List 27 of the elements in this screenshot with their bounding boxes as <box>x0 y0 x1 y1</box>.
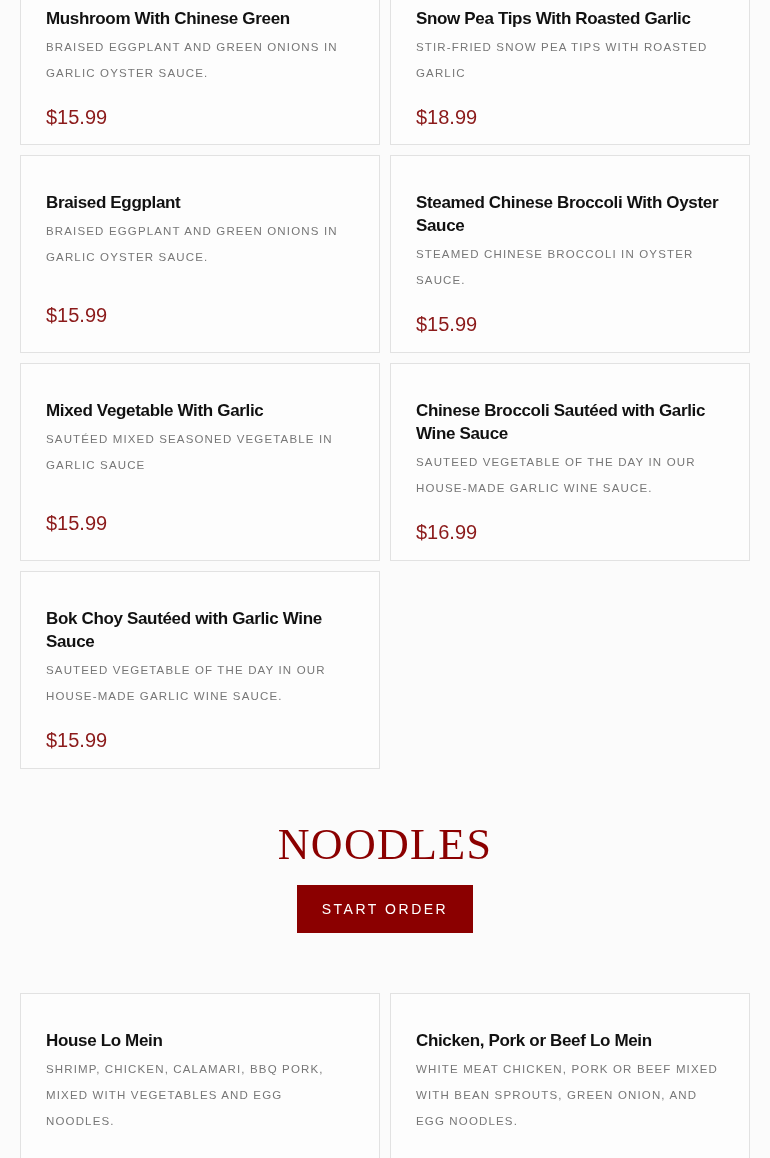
dish-price: $18.99 <box>416 105 479 130</box>
dish-price: $16.99 <box>416 520 479 545</box>
dish-price: $15.99 <box>416 312 479 337</box>
dish-name: Chinese Broccoli Sautéed with Garlic Wine Sauce <box>416 400 707 445</box>
dish-price: $15.99 <box>46 511 109 536</box>
dish-description: SAUTEED VEGETABLE OF THE DAY IN OUR HOUSE-MADE GARLIC WINE SAUCE. <box>416 455 697 496</box>
dish-price: $15.99 <box>46 105 109 130</box>
dish-name: House Lo Mein <box>46 1030 164 1052</box>
dish-description: SAUTÉED MIXED SEASONED VEGETABLE IN GARLIC SAUCE <box>46 432 334 473</box>
start-order-button[interactable]: START ORDER <box>297 885 473 933</box>
dish-name: Mushroom With Chinese Green <box>46 8 291 30</box>
dish-name: Braised Eggplant <box>46 192 182 214</box>
dish-description: WHITE MEAT CHICKEN, PORK OR BEEF MIXED WITH BEAN SPROUTS, GREEN ONION, AND EGG NOODLES. <box>416 1062 720 1129</box>
dish-description: STEAMED CHINESE BROCCOLI IN OYSTER SAUCE. <box>416 247 695 288</box>
dish-price: $15.99 <box>46 728 109 753</box>
dish-name: Snow Pea Tips With Roasted Garlic <box>416 8 692 30</box>
dish-name: Chicken, Pork or Beef Lo Mein <box>416 1030 653 1052</box>
dish-description: SHRIMP, CHICKEN, CALAMARI, BBQ PORK, MIXED WITH VEGETABLES AND EGG NOODLES. <box>46 1062 325 1129</box>
dish-name: Steamed Chinese Broccoli With Oyster Sauce <box>416 192 720 237</box>
dish-price: $15.99 <box>46 303 109 328</box>
dish-description: STIR-FRIED SNOW PEA TIPS WITH ROASTED GARLIC <box>416 40 709 81</box>
dish-name: Mixed Vegetable With Garlic <box>46 400 265 422</box>
dish-description: SAUTEED VEGETABLE OF THE DAY IN OUR HOUSE-MADE GARLIC WINE SAUCE. <box>46 663 327 704</box>
dish-description: BRAISED EGGPLANT AND GREEN ONIONS IN GARLIC OYSTER SAUCE. <box>46 224 339 265</box>
dish-description: BRAISED EGGPLANT AND GREEN ONIONS IN GARLIC OYSTER SAUCE. <box>46 40 339 81</box>
section-heading: NOODLES <box>277 819 493 871</box>
dish-name: Bok Choy Sautéed with Garlic Wine Sauce <box>46 608 323 653</box>
